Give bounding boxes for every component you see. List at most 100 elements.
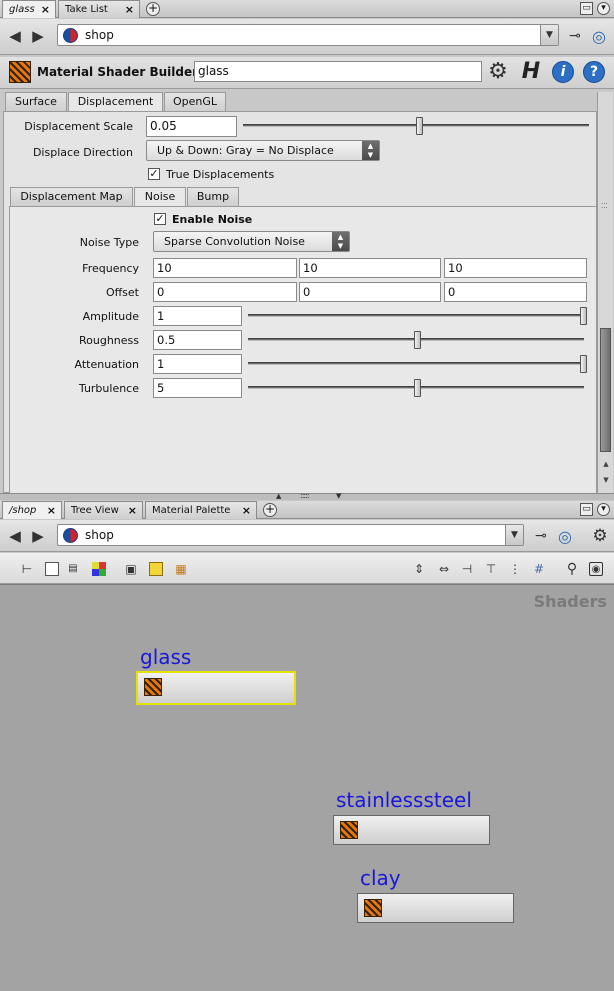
roughness-field[interactable]: 0.5 (153, 330, 242, 350)
back-arrow-icon[interactable]: ◀ (6, 528, 24, 544)
network-box-icon[interactable]: ▣ (124, 562, 138, 576)
path-text: shop (85, 528, 114, 542)
tab-tree-view[interactable]: Tree View × (64, 501, 143, 519)
add-tab-icon[interactable]: + (263, 503, 277, 517)
path-text: shop (85, 28, 114, 42)
scroll-down-icon[interactable]: ▼ (600, 474, 612, 486)
chevron-down-icon[interactable]: ▼ (505, 525, 523, 545)
top-nav-row: ◀ ▶ shop ▼ ⊸ ◎ (0, 19, 614, 55)
path-bar[interactable]: shop ▼ (57, 524, 524, 546)
amplitude-field[interactable]: 1 (153, 306, 242, 326)
grid-icon[interactable]: # (532, 562, 546, 576)
color-palette-icon[interactable] (92, 562, 106, 576)
question-icon[interactable]: ? (583, 61, 605, 83)
roughness-slider-knob[interactable] (414, 331, 421, 349)
pane-menu-icon[interactable]: ▾ (597, 503, 610, 516)
distribute-icon[interactable]: ⋮ (508, 562, 522, 576)
forward-arrow-icon[interactable]: ▶ (29, 28, 47, 44)
true-displacements-checkbox[interactable]: ✓ (148, 168, 160, 180)
layout-horizontal-icon[interactable]: ⇔ (436, 562, 452, 576)
tab-surface[interactable]: Surface (5, 92, 67, 111)
pane-menu-icon[interactable]: ▾ (597, 2, 610, 15)
node-name-field[interactable]: glass (194, 61, 482, 82)
back-arrow-icon[interactable]: ◀ (6, 28, 24, 44)
close-icon[interactable]: × (128, 502, 137, 519)
context-label: Shaders (533, 592, 607, 611)
turbulence-label: Turbulence (78, 382, 139, 395)
link-icon[interactable]: ◎ (555, 527, 575, 546)
offset-z-field[interactable]: 0 (444, 282, 587, 302)
tab-take-list[interactable]: Take List × (58, 0, 140, 18)
chevron-down-icon[interactable]: ▼ (540, 25, 558, 45)
pane-splitter[interactable]: ▲ ::::: ▼ (0, 491, 614, 500)
gear-icon[interactable]: ⚙ (590, 526, 610, 546)
close-icon[interactable]: × (47, 502, 56, 519)
info-icon[interactable]: i (552, 61, 574, 83)
tab-displacement-map[interactable]: Displacement Map (10, 187, 133, 206)
search-icon[interactable]: ⚲ (565, 562, 579, 576)
amplitude-slider-knob[interactable] (580, 307, 587, 325)
attenuation-slider-track[interactable] (248, 362, 584, 365)
network-editor[interactable]: Shaders glass stainlesssteel clay (0, 584, 614, 991)
displacement-scale-slider-knob[interactable] (416, 117, 423, 135)
node-clay[interactable] (357, 893, 514, 923)
forward-arrow-icon[interactable]: ▶ (29, 528, 47, 544)
frequency-label: Frequency (82, 262, 139, 275)
material-shader-icon (340, 821, 358, 839)
path-bar[interactable]: shop ▼ (57, 24, 559, 46)
enable-noise-checkbox[interactable]: ✓ (154, 213, 166, 225)
attenuation-slider-knob[interactable] (580, 355, 587, 373)
help-h-icon[interactable]: H (519, 59, 543, 85)
tab-shop[interactable]: /shop × (2, 501, 62, 519)
list-view-icon[interactable] (45, 562, 59, 576)
tree-layout-icon[interactable]: ⊢ (20, 562, 34, 576)
scrollbar-thumb[interactable] (600, 328, 611, 452)
noise-type-menu[interactable]: Sparse Convolution Noise ▲ ▼ (153, 231, 350, 252)
view-icon[interactable]: ◉ (589, 562, 603, 576)
displace-direction-menu[interactable]: Up & Down: Gray = No Displace ▲ ▼ (146, 140, 380, 161)
tab-opengl[interactable]: OpenGL (164, 92, 226, 111)
frequency-y-field[interactable]: 10 (299, 258, 441, 278)
turbulence-field[interactable]: 5 (153, 378, 242, 398)
add-tab-icon[interactable]: + (146, 2, 160, 16)
maximize-icon[interactable]: ▭ (580, 503, 593, 516)
material-shader-icon (144, 678, 162, 696)
align-tree-icon[interactable]: ⊤ (484, 562, 498, 576)
tab-label: glass (9, 4, 35, 15)
displace-direction-value: Up & Down: Gray = No Displace (157, 144, 334, 157)
offset-y-field[interactable]: 0 (299, 282, 441, 302)
tab-material-palette[interactable]: Material Palette × (145, 501, 257, 519)
displacement-scale-field[interactable]: 0.05 (146, 116, 237, 137)
close-icon[interactable]: × (41, 1, 50, 18)
node-glass[interactable] (136, 671, 296, 705)
link-icon[interactable]: ◎ (589, 27, 609, 46)
tab-noise[interactable]: Noise (134, 187, 186, 207)
details-icon[interactable]: ▤ (66, 562, 80, 576)
node-name-stainlesssteel: stainlesssteel (336, 788, 472, 812)
attenuation-field[interactable]: 1 (153, 354, 242, 374)
frequency-x-field[interactable]: 10 (153, 258, 297, 278)
scroll-up-icon[interactable]: ▲ (600, 458, 612, 470)
maximize-icon[interactable]: ▭ (580, 2, 593, 15)
sticky-note-icon[interactable] (149, 562, 163, 576)
tab-bump[interactable]: Bump (187, 187, 239, 206)
node-stainlesssteel[interactable] (333, 815, 490, 845)
houdini-window: glass × Take List × + ▭ ▾ ◀ ▶ shop ▼ ⊸ ◎… (0, 0, 614, 991)
layout-vertical-icon[interactable]: ⇕ (412, 562, 426, 576)
turbulence-slider-knob[interactable] (414, 379, 421, 397)
close-icon[interactable]: × (242, 502, 251, 519)
collapse-down-icon[interactable]: ▼ (336, 492, 341, 500)
frequency-z-field[interactable]: 10 (444, 258, 587, 278)
pin-icon[interactable]: ⊸ (566, 28, 584, 44)
pin-icon[interactable]: ⊸ (532, 528, 550, 544)
amplitude-slider-track[interactable] (248, 314, 584, 317)
gear-icon[interactable]: ⚙ (486, 60, 510, 84)
align-left-icon[interactable]: ⊣ (460, 562, 474, 576)
tab-displacement[interactable]: Displacement (68, 92, 163, 112)
offset-x-field[interactable]: 0 (153, 282, 297, 302)
collapse-up-icon[interactable]: ▲ (276, 492, 281, 500)
tab-glass[interactable]: glass × (2, 0, 56, 18)
subnet-box-icon[interactable]: ▦ (174, 562, 188, 576)
parameter-scrollbar[interactable]: ··· ··· ▲ ▼ (597, 92, 613, 493)
close-icon[interactable]: × (125, 1, 134, 18)
